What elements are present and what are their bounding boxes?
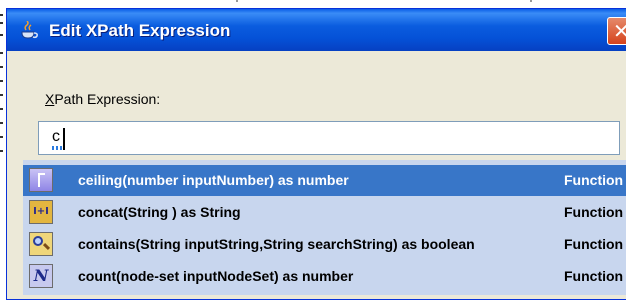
label-text: Path Expression: xyxy=(54,91,161,107)
suggestion-type: Function xyxy=(564,204,624,220)
suggestion-item-count[interactable]: N count(node-set inputNodeSet) as number… xyxy=(23,261,626,292)
label-mnemonic: X xyxy=(45,91,55,107)
close-button[interactable]: ✕ xyxy=(607,17,626,45)
suggestion-item-ceiling[interactable]: ceiling(number inputNumber) as number Fu… xyxy=(23,165,626,196)
ceiling-function-icon xyxy=(29,168,53,192)
suggestion-signature: contains(String inputString,String searc… xyxy=(78,236,475,252)
count-function-icon: N xyxy=(29,264,53,288)
suggestion-item-contains[interactable]: contains(String inputString,String searc… xyxy=(23,229,626,260)
suggestion-type: Function xyxy=(564,172,624,188)
background-fragment xyxy=(530,0,532,2)
suggestion-type: Function xyxy=(564,236,624,252)
background-fragment xyxy=(236,0,238,2)
java-cup-icon xyxy=(21,21,38,39)
screen: Edit XPath Expression ✕ XPath Expression… xyxy=(0,0,626,300)
contains-magnifier-icon xyxy=(29,232,53,256)
concat-function-icon: I+I xyxy=(29,200,53,224)
suggestion-signature: concat(String ) as String xyxy=(78,204,241,220)
expression-value: c xyxy=(52,128,60,145)
autocomplete-list[interactable]: ceiling(number inputNumber) as number Fu… xyxy=(23,160,626,295)
dialog-title: Edit XPath Expression xyxy=(49,21,231,40)
xpath-expression-label: XPath Expression: xyxy=(45,91,160,107)
edit-xpath-dialog: Edit XPath Expression ✕ XPath Expression… xyxy=(6,8,626,300)
title-bar[interactable]: Edit XPath Expression ✕ xyxy=(7,9,626,51)
xpath-expression-input[interactable]: c xyxy=(38,121,620,155)
error-underline xyxy=(52,146,64,150)
suggestion-signature: ceiling(number inputNumber) as number xyxy=(78,172,349,188)
suggestion-signature: count(node-set inputNodeSet) as number xyxy=(78,268,354,284)
suggestion-type: Function xyxy=(564,268,624,284)
suggestion-item-concat[interactable]: I+I concat(String ) as String Function xyxy=(23,197,626,228)
close-icon: ✕ xyxy=(613,19,626,43)
